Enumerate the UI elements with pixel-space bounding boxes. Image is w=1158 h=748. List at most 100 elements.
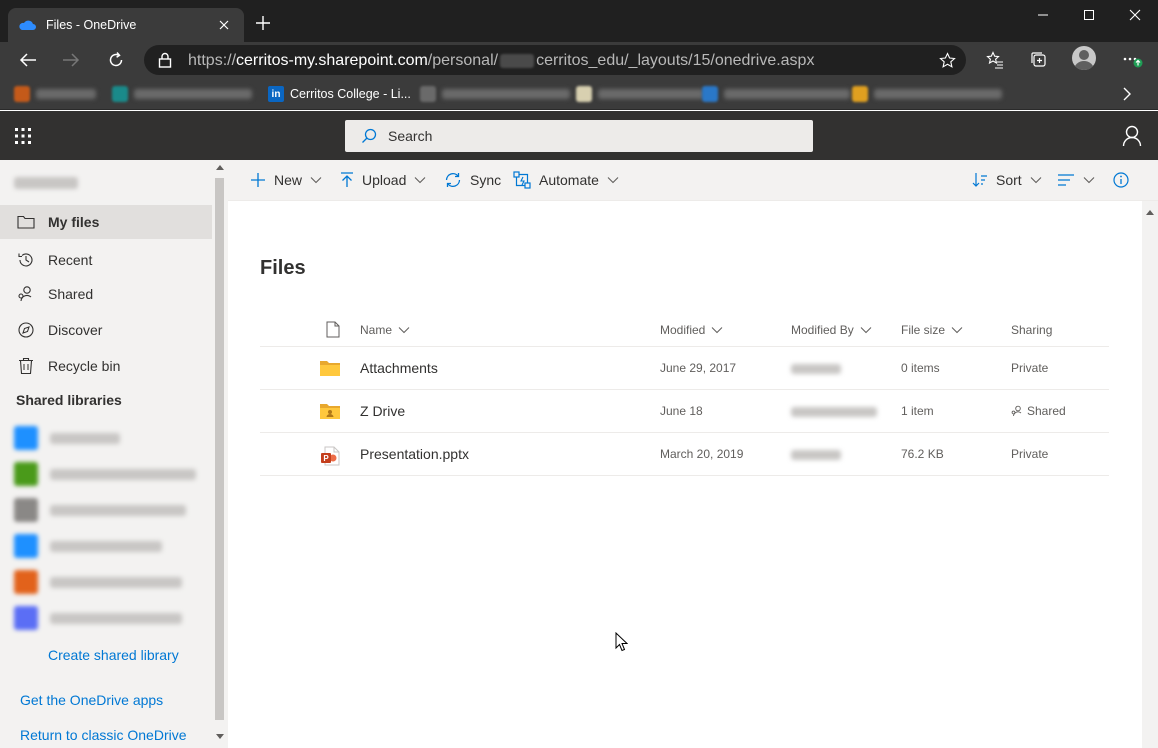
library-icon — [14, 462, 38, 486]
forward-icon[interactable] — [60, 50, 82, 70]
chevron-down-icon — [1083, 176, 1095, 184]
chevron-down-icon — [1030, 176, 1042, 184]
file-name[interactable]: Z Drive — [360, 403, 405, 419]
column-header-file-size[interactable]: File size — [901, 323, 963, 337]
favorite-icon — [112, 86, 128, 102]
library-icon — [14, 498, 38, 522]
scroll-up-icon[interactable] — [1146, 209, 1154, 215]
sort-button[interactable]: Sort — [972, 170, 1042, 190]
automate-button[interactable]: Automate — [513, 170, 619, 190]
redacted-favorite — [36, 89, 96, 99]
file-row[interactable]: Attachments June 29, 2017 0 items Privat… — [260, 347, 1109, 390]
url-prefix: https:// — [188, 52, 237, 69]
column-label: Modified By — [791, 323, 854, 337]
favorite-item[interactable] — [14, 84, 96, 104]
nav-item-shared[interactable]: Shared — [0, 277, 212, 311]
chevron-right-icon[interactable] — [1122, 86, 1132, 102]
shared-library-item[interactable] — [14, 497, 198, 523]
file-type-icon[interactable] — [320, 321, 340, 338]
info-icon — [1113, 172, 1129, 188]
favorite-icon — [702, 86, 718, 102]
window-close-icon[interactable] — [1112, 4, 1158, 26]
library-icon — [14, 426, 38, 450]
new-tab-icon[interactable] — [254, 14, 272, 32]
column-label: Modified — [660, 323, 706, 337]
nav-item-recycle-bin[interactable]: Recycle bin — [0, 349, 212, 383]
redacted-library-name — [50, 432, 120, 444]
favorite-star-icon[interactable] — [939, 52, 956, 69]
library-icon — [14, 570, 38, 594]
shared-library-item[interactable] — [14, 569, 198, 595]
folder-icon — [16, 215, 36, 229]
favorites-list-icon[interactable] — [984, 50, 1006, 70]
favorite-item[interactable] — [420, 84, 570, 104]
file-modified: June 29, 2017 — [660, 361, 737, 375]
column-header-modified-by[interactable]: Modified By — [791, 323, 872, 337]
favorite-item[interactable] — [852, 84, 1002, 104]
nav-item-discover[interactable]: Discover — [0, 313, 212, 347]
sync-button[interactable]: Sync — [444, 170, 501, 190]
shared-library-item[interactable] — [14, 605, 198, 631]
info-button[interactable] — [1113, 170, 1129, 190]
account-icon[interactable] — [1122, 125, 1142, 147]
maximize-icon[interactable] — [1066, 4, 1112, 26]
favorite-item[interactable] — [112, 84, 252, 104]
scroll-down-icon[interactable] — [216, 734, 224, 740]
upload-button[interactable]: Upload — [340, 170, 426, 190]
address-bar[interactable]: https://cerritos-my.sharepoint.com/perso… — [144, 45, 966, 75]
app-launcher-icon[interactable] — [14, 127, 32, 145]
shared-library-item[interactable] — [14, 461, 198, 487]
sharing-label: Shared — [1027, 404, 1066, 418]
column-header-sharing[interactable]: Sharing — [1011, 323, 1052, 337]
settings-more-icon[interactable] — [1122, 50, 1144, 70]
file-modified-by — [791, 364, 841, 374]
redacted-username — [500, 53, 535, 68]
chevron-down-icon — [712, 327, 723, 334]
sort-label: Sort — [996, 172, 1022, 188]
command-bar: New Upload Sync Automate Sort — [228, 160, 1158, 201]
main-scrollbar[interactable] — [1142, 201, 1158, 748]
column-label: File size — [901, 323, 946, 337]
file-name[interactable]: Presentation.pptx — [360, 446, 469, 462]
get-onedrive-apps-link[interactable]: Get the OneDrive apps — [20, 692, 163, 708]
profile-avatar[interactable] — [1072, 46, 1096, 70]
nav-item-my-files[interactable]: My files — [0, 205, 212, 239]
browser-tab-strip: Files - OneDrive — [0, 0, 1158, 42]
shared-library-item[interactable] — [14, 533, 198, 559]
chevron-down-icon — [398, 327, 410, 334]
collections-icon[interactable] — [1028, 50, 1050, 70]
minimize-icon[interactable] — [1020, 4, 1066, 26]
chevron-down-icon — [607, 176, 619, 184]
redacted-favorite — [134, 89, 252, 99]
favorite-item[interactable] — [702, 84, 850, 104]
redacted-favorite — [442, 89, 570, 99]
new-button[interactable]: New — [250, 170, 322, 190]
favorite-icon — [576, 86, 592, 102]
favorite-icon — [852, 86, 868, 102]
scrollbar-thumb[interactable] — [215, 178, 224, 720]
favorite-item[interactable] — [576, 84, 704, 104]
favorite-item[interactable]: in Cerritos College - Li... — [268, 84, 411, 104]
folder-icon — [320, 360, 340, 376]
return-classic-link[interactable]: Return to classic OneDrive — [20, 727, 187, 743]
file-row[interactable]: Z Drive June 18 1 item Shared — [260, 390, 1109, 433]
shared-library-item[interactable] — [14, 425, 198, 451]
upload-icon — [340, 172, 354, 188]
create-shared-library-link[interactable]: Create shared library — [48, 647, 179, 663]
lock-icon — [158, 52, 172, 68]
browser-tab[interactable]: Files - OneDrive — [8, 8, 244, 42]
favorite-label: Cerritos College - Li... — [290, 87, 411, 101]
back-icon[interactable] — [17, 50, 39, 70]
redacted-favorite — [598, 89, 704, 99]
column-header-modified[interactable]: Modified — [660, 323, 723, 337]
scroll-up-icon[interactable] — [216, 164, 224, 170]
file-row[interactable]: P Presentation.pptx March 20, 2019 76.2 … — [260, 433, 1109, 476]
view-options-button[interactable] — [1057, 170, 1095, 190]
nav-scrollbar[interactable] — [212, 160, 228, 748]
nav-item-recent[interactable]: Recent — [0, 243, 212, 277]
tab-close-icon[interactable] — [214, 15, 234, 35]
column-header-name[interactable]: Name — [360, 323, 410, 337]
search-box[interactable]: Search — [345, 120, 813, 152]
refresh-icon[interactable] — [105, 50, 127, 70]
file-name[interactable]: Attachments — [360, 360, 438, 376]
